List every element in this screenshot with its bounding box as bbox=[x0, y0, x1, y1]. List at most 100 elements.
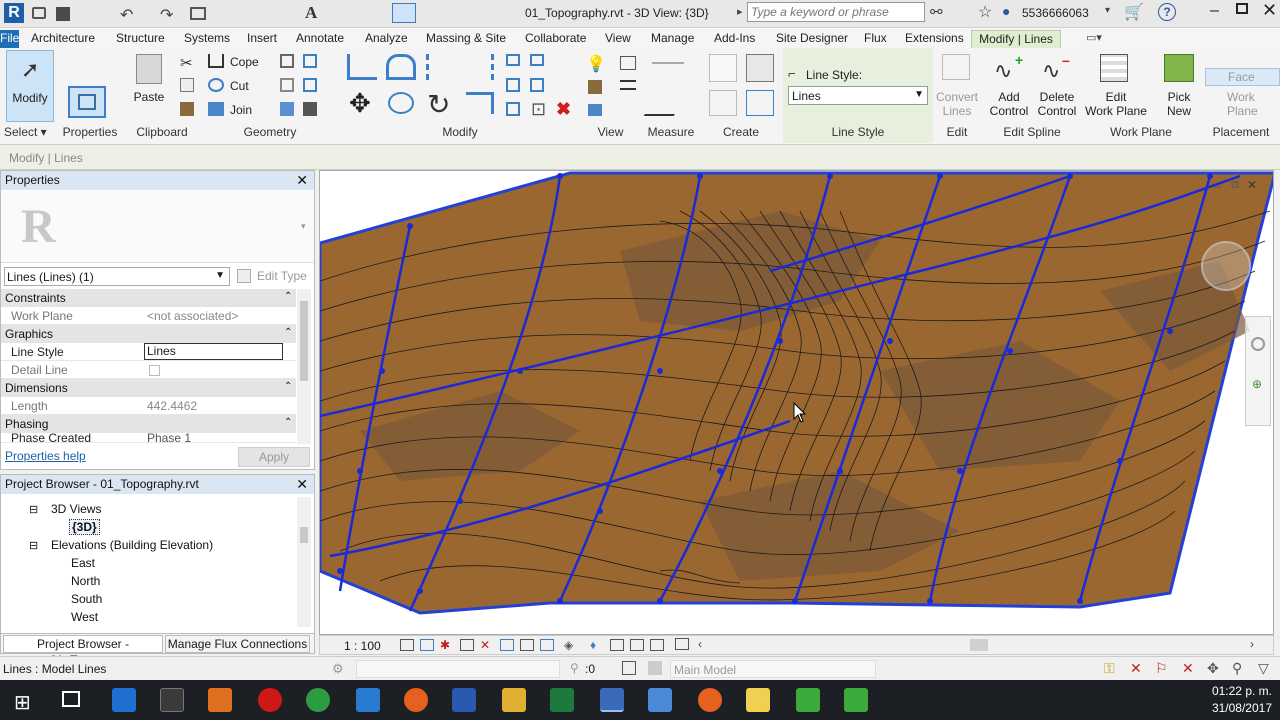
3d-viewport[interactable]: – ⧉ ✕ ⊕ bbox=[319, 170, 1274, 635]
tree-item-elevations[interactable]: Elevations (Building Elevation) bbox=[51, 538, 213, 552]
paste-label[interactable]: Paste bbox=[128, 90, 170, 104]
match-type-icon[interactable] bbox=[180, 102, 194, 116]
crop-view-icon[interactable]: ✕ bbox=[480, 638, 490, 652]
show-crop-icon[interactable] bbox=[500, 639, 514, 651]
revit-active-icon[interactable] bbox=[600, 688, 624, 712]
measure-between-icon[interactable] bbox=[652, 62, 684, 66]
properties-help-link[interactable]: Properties help bbox=[5, 449, 86, 463]
prop-row-detail-line[interactable]: Detail Line bbox=[1, 361, 296, 379]
geometry-tool-icon[interactable] bbox=[280, 54, 294, 68]
join-icon[interactable] bbox=[208, 102, 224, 116]
firefox-icon[interactable] bbox=[404, 688, 428, 712]
close-icon[interactable]: ✕ bbox=[1262, 0, 1277, 21]
array-icon[interactable] bbox=[506, 78, 520, 92]
tab-manage[interactable]: Manage bbox=[651, 30, 694, 48]
properties-button[interactable] bbox=[68, 86, 106, 118]
select-links-icon[interactable]: ⚿ bbox=[1104, 660, 1115, 677]
type-selector[interactable]: Lines (Lines) (1) ▼ bbox=[4, 267, 230, 286]
undo-icon[interactable]: ↶ bbox=[120, 5, 133, 25]
open-icon[interactable] bbox=[32, 7, 46, 19]
tab-extensions[interactable]: Extensions bbox=[905, 30, 964, 48]
tab-architecture[interactable]: Architecture bbox=[31, 30, 95, 48]
clock-date[interactable]: 31/08/2017 bbox=[1200, 701, 1272, 715]
visual-style-icon[interactable] bbox=[420, 639, 434, 651]
revit-taskbar-icon[interactable] bbox=[452, 688, 476, 712]
tab-collaborate[interactable]: Collaborate bbox=[525, 30, 586, 48]
redo-icon[interactable]: ↷ bbox=[160, 5, 173, 25]
tab-analyze[interactable]: Analyze bbox=[365, 30, 408, 48]
collapse-icon[interactable]: ⌃ bbox=[284, 417, 292, 428]
search-input[interactable] bbox=[747, 2, 925, 22]
user-icon[interactable]: ● bbox=[1002, 3, 1010, 19]
ribbon-options-icon[interactable]: ▭▾ bbox=[1086, 30, 1102, 48]
paste-icon[interactable] bbox=[136, 54, 162, 84]
autocad-icon[interactable] bbox=[356, 688, 380, 712]
cut-geometry-label[interactable]: Cut bbox=[230, 79, 249, 93]
add-control-icon[interactable]: ∿ bbox=[994, 58, 1012, 84]
collapse-icon[interactable]: ⌃ bbox=[284, 291, 292, 302]
scale-icon[interactable] bbox=[530, 78, 544, 92]
filter-selection-icon[interactable]: ⚲ bbox=[1232, 660, 1242, 677]
design-option-select[interactable]: Main Model bbox=[670, 660, 876, 678]
tree-item-north[interactable]: North bbox=[71, 574, 100, 588]
edge-icon[interactable] bbox=[112, 688, 136, 712]
infraworks-icon[interactable] bbox=[648, 688, 672, 712]
minimize-icon[interactable]: – bbox=[1210, 2, 1219, 20]
delete-control-label[interactable]: Delete Control bbox=[1032, 90, 1082, 118]
star-icon[interactable]: ☆ bbox=[978, 2, 992, 22]
sticky-notes-icon[interactable] bbox=[746, 688, 770, 712]
filter-count-icon[interactable]: ▽ bbox=[1258, 660, 1269, 677]
dimension-icon[interactable] bbox=[643, 92, 691, 116]
select-face-icon[interactable]: ✕ bbox=[1182, 660, 1194, 677]
tab-modify-lines[interactable]: Modify | Lines bbox=[971, 30, 1061, 48]
geometry-tool-4-icon[interactable] bbox=[303, 78, 317, 92]
opera-icon[interactable] bbox=[258, 688, 282, 712]
reveal-hidden-icon[interactable]: ◈ bbox=[564, 638, 573, 652]
convert-lines-label[interactable]: Convert Lines bbox=[932, 90, 982, 118]
face-button[interactable]: Face bbox=[1205, 68, 1280, 86]
edit-work-plane-icon[interactable] bbox=[1100, 54, 1128, 82]
constraints-icon[interactable] bbox=[650, 639, 664, 651]
view-tool-2-icon[interactable] bbox=[620, 80, 636, 90]
restore-icon[interactable] bbox=[1236, 3, 1248, 14]
tree-item-3d[interactable]: {3D} bbox=[69, 519, 100, 535]
viewport-restore-icon[interactable]: ⧉ bbox=[1231, 179, 1239, 192]
viewport-close-icon[interactable]: ✕ bbox=[1247, 178, 1257, 192]
group-constraints[interactable]: Constraints bbox=[1, 289, 296, 307]
group-phasing[interactable]: Phasing bbox=[1, 415, 296, 433]
scroll-right-icon[interactable]: › bbox=[1250, 637, 1254, 651]
align-icon[interactable] bbox=[347, 54, 377, 80]
drag-elements-icon[interactable]: ✥ bbox=[1207, 660, 1219, 677]
modify-button[interactable]: ➚ Modify bbox=[6, 50, 54, 122]
civil3d-icon[interactable] bbox=[796, 688, 820, 712]
group-graphics[interactable]: Graphics bbox=[1, 325, 296, 343]
close-icon[interactable]: ✕ bbox=[296, 171, 308, 190]
select-pinned-icon[interactable]: ⚐ bbox=[1155, 660, 1168, 677]
horizontal-scroll-thumb[interactable] bbox=[970, 639, 988, 651]
sun-path-icon[interactable]: ✱ bbox=[440, 638, 450, 652]
tab-project-browser[interactable]: Project Browser - 01_Topogr... bbox=[3, 635, 163, 667]
edit-type-button[interactable]: Edit Type bbox=[257, 269, 307, 283]
apply-button[interactable]: Apply bbox=[238, 447, 310, 467]
tab-file[interactable]: File bbox=[0, 30, 19, 48]
work-plane-placement-button[interactable]: Work Plane bbox=[1205, 89, 1280, 118]
linework-icon[interactable] bbox=[588, 104, 602, 116]
prop-row-work-plane[interactable]: Work Plane <not associated> bbox=[1, 307, 296, 325]
detail-line-checkbox[interactable] bbox=[149, 365, 160, 376]
cut-geometry-icon[interactable] bbox=[208, 78, 224, 92]
scroll-left-icon[interactable]: ‹ bbox=[698, 637, 702, 651]
collapse-icon[interactable]: ⌃ bbox=[284, 327, 292, 338]
select-panel-label[interactable]: Select ▾ bbox=[4, 125, 56, 141]
cart-icon[interactable]: 🛒 bbox=[1124, 2, 1144, 22]
shadows-icon[interactable] bbox=[460, 639, 474, 651]
browser-scrollbar[interactable] bbox=[297, 497, 311, 627]
tab-annotate[interactable]: Annotate bbox=[296, 30, 344, 48]
binoculars-icon[interactable]: ⚯ bbox=[930, 3, 943, 21]
create-parts-icon[interactable] bbox=[746, 54, 774, 82]
thin-lines-icon[interactable] bbox=[392, 3, 416, 23]
paint-icon[interactable] bbox=[280, 102, 294, 116]
civil3d-2-icon[interactable] bbox=[844, 688, 868, 712]
tab-add-ins[interactable]: Add-Ins bbox=[714, 30, 755, 48]
editable-only-icon[interactable] bbox=[622, 661, 636, 675]
viewport-minimize-icon[interactable]: – bbox=[1214, 179, 1221, 193]
